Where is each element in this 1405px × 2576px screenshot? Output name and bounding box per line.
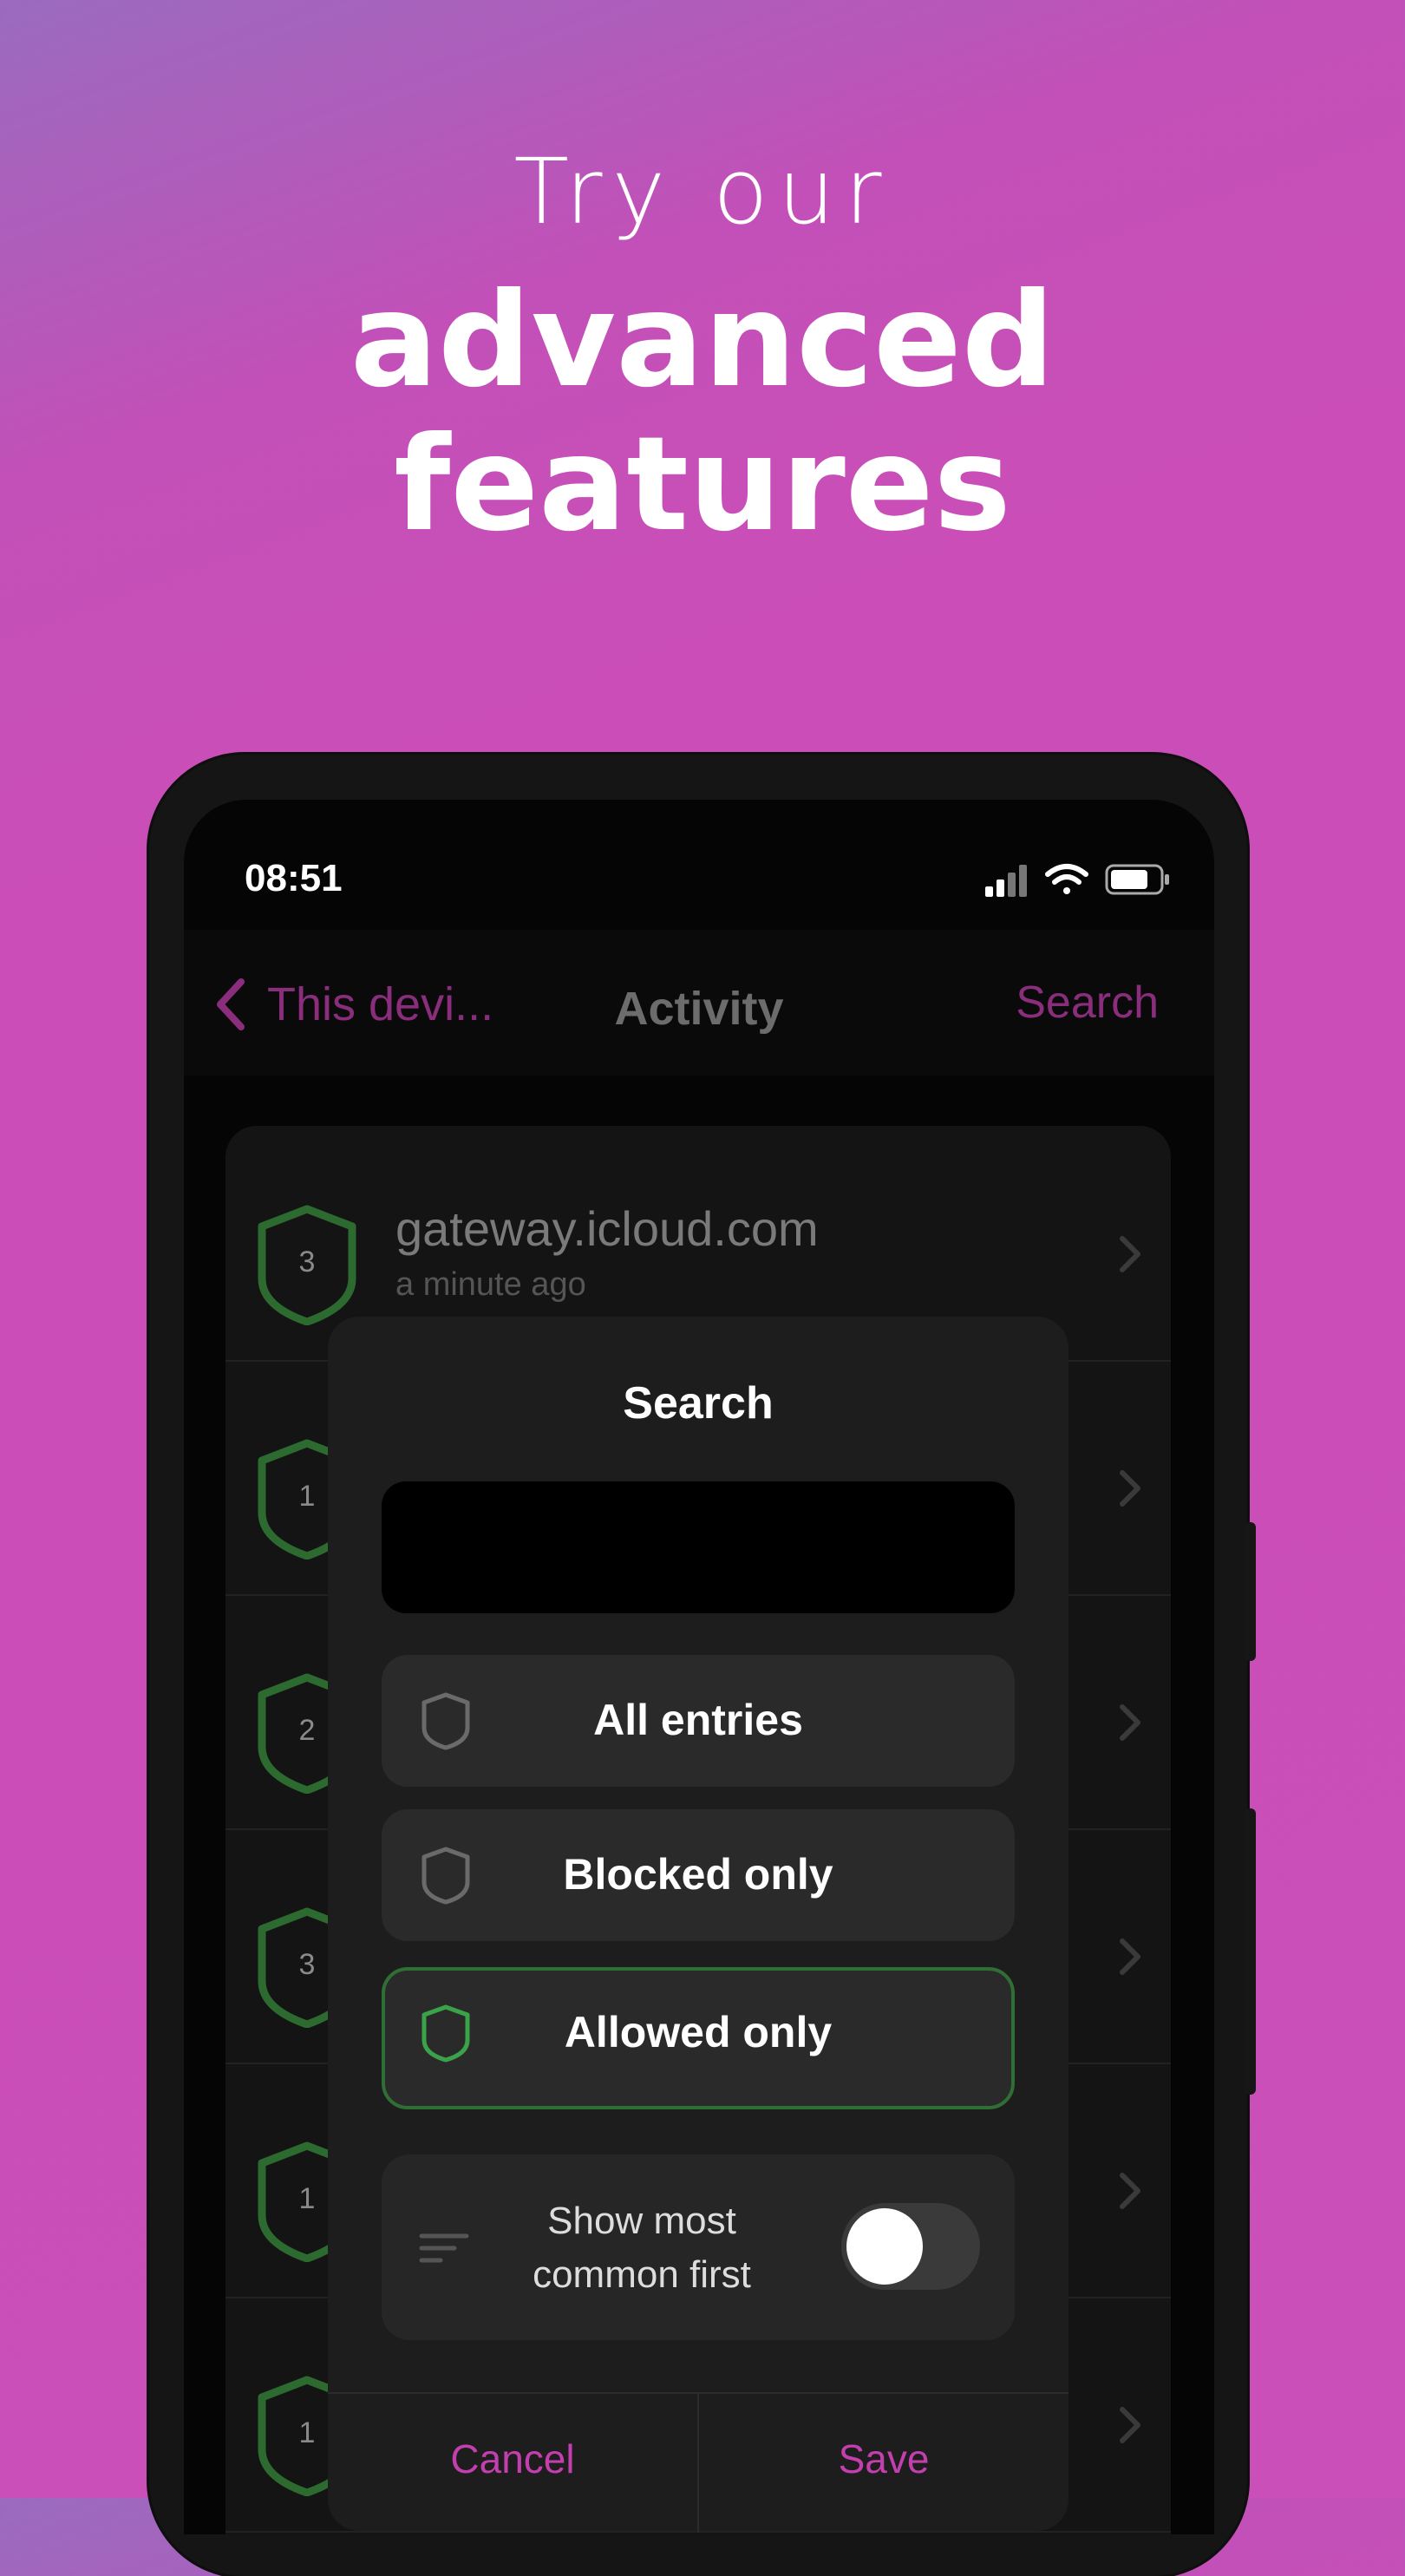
navbar: This devi... Activity Search [184, 930, 1214, 1076]
filter-label: Allowed only [564, 2008, 833, 2056]
chevron-right-icon [1120, 1939, 1140, 1975]
filter-label: All entries [593, 1696, 803, 1744]
chevron-right-icon [1120, 1236, 1140, 1272]
chevron-right-icon [1120, 1704, 1140, 1741]
sort-icon [419, 2233, 469, 2263]
battery-icon [1105, 864, 1169, 895]
toggle-label: Show most common first [512, 2194, 772, 2302]
filter-allowed-only[interactable]: Allowed only [382, 1967, 1015, 2109]
phone-side-button [1244, 1522, 1256, 1661]
filter-label: Blocked only [563, 1850, 833, 1899]
chevron-right-icon [1120, 2173, 1140, 2209]
search-button[interactable]: Search [1016, 977, 1159, 1029]
headline-line-advanced: advanced [350, 265, 1055, 416]
sort-toggle-row: Show most common first [382, 2154, 1015, 2340]
chevron-right-icon [1120, 2407, 1140, 2443]
headline-line-features: features [394, 409, 1011, 560]
chevron-right-icon [1120, 1470, 1140, 1507]
toggle-knob [846, 2208, 923, 2285]
domain-name: gateway.icloud.com [395, 1201, 819, 1256]
search-input[interactable] [382, 1481, 1015, 1613]
timestamp: a minute ago [395, 1266, 586, 1303]
phone-side-button [1244, 1808, 1256, 2095]
signal-icon [985, 865, 1027, 897]
request-count: 3 [298, 1246, 316, 1278]
status-time: 08:51 [245, 857, 343, 899]
filter-blocked-only[interactable]: Blocked only [382, 1809, 1015, 1941]
headline-top: Try our [513, 139, 892, 245]
headline-main: advanced features [0, 269, 1405, 557]
common-first-toggle[interactable] [841, 2203, 980, 2290]
filter-all-entries[interactable]: All entries [382, 1655, 1015, 1787]
status-icons [985, 864, 1169, 897]
toggle-label-line: Show most [547, 2200, 736, 2242]
wifi-icon [1045, 864, 1088, 894]
modal-title: Search [623, 1378, 774, 1429]
search-modal: Search All entries Blocked only Allowed … [328, 1317, 1068, 2533]
cancel-button[interactable]: Cancel [328, 2435, 697, 2482]
toggle-label-line: common first [533, 2253, 751, 2296]
save-button[interactable]: Save [699, 2435, 1068, 2482]
